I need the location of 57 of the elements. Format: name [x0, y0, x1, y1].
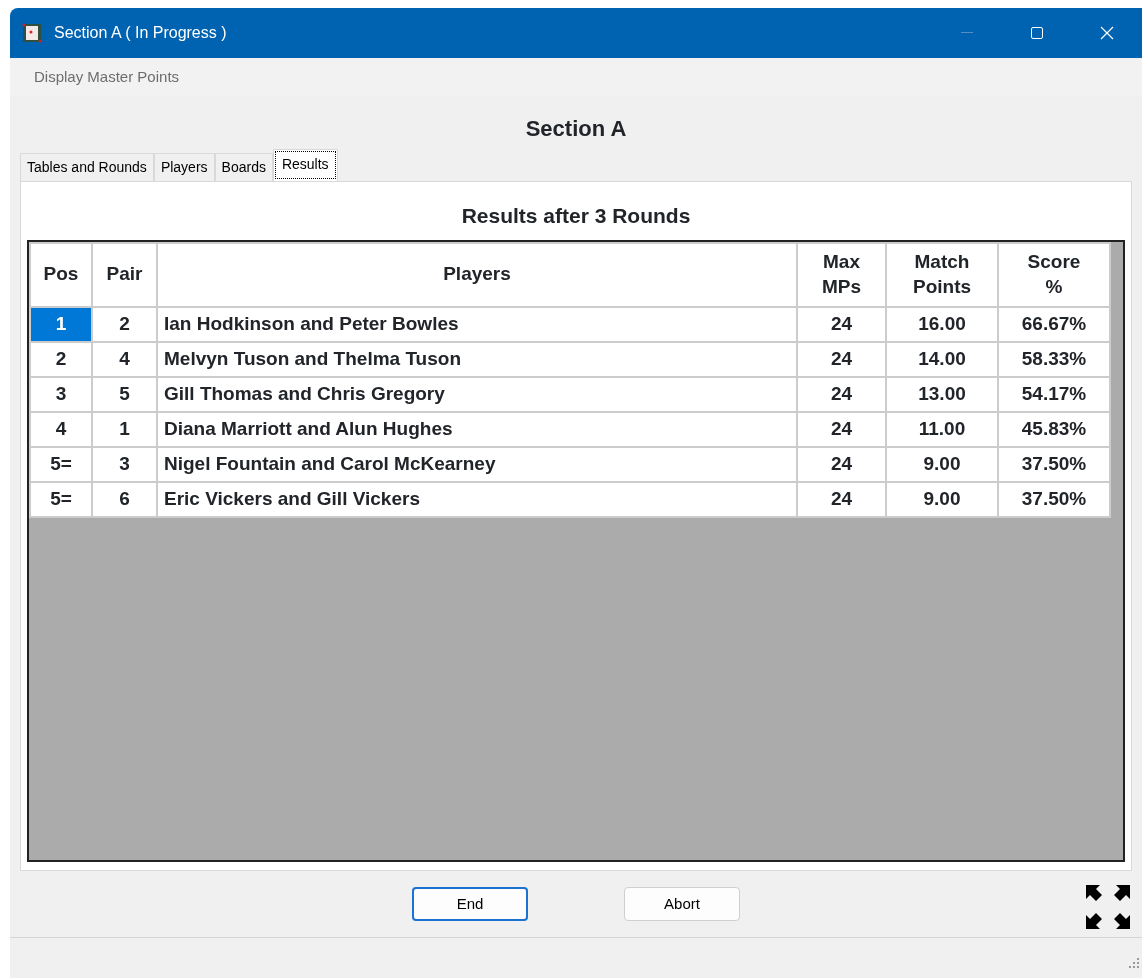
column-header: Max MPs	[797, 242, 886, 307]
tab[interactable]: Boards	[214, 153, 273, 181]
table-cell: 3	[92, 446, 157, 482]
column-header: Pair	[92, 242, 157, 307]
column-header: Score %	[998, 242, 1110, 307]
tab[interactable]: Tables and Rounds	[20, 153, 154, 181]
table-cell: 2	[92, 306, 157, 342]
table-cell: 66.67%	[998, 306, 1110, 342]
close-icon[interactable]	[1100, 26, 1114, 40]
table-cell: 24	[797, 446, 886, 482]
end-button[interactable]: End	[412, 887, 528, 921]
table-cell: 14.00	[886, 341, 998, 377]
table-cell: 11.00	[886, 411, 998, 447]
expand-icon[interactable]	[1084, 883, 1132, 931]
table-cell: 24	[797, 341, 886, 377]
table-cell: 5=	[30, 446, 92, 482]
column-header: Players	[157, 242, 797, 307]
table-cell: 4	[30, 411, 92, 447]
table-cell: 4	[92, 341, 157, 377]
table-cell: 54.17%	[998, 376, 1110, 412]
menu-item[interactable]: Display Master Points	[26, 63, 188, 91]
table-cell: 1	[92, 411, 157, 447]
column-header: Match Points	[886, 242, 998, 307]
table-cell: 3	[30, 376, 92, 412]
table-cell: 1	[30, 306, 92, 342]
column-header: Pos	[30, 242, 92, 307]
table-cell: 16.00	[886, 306, 998, 342]
table-cell: 37.50%	[998, 446, 1110, 482]
table-cell: 9.00	[886, 481, 998, 517]
table-cell: Nigel Fountain and Carol McKearney	[157, 446, 797, 482]
table-cell: 13.00	[886, 376, 998, 412]
window-title: Section A ( In Progress )	[54, 23, 227, 43]
section-heading: Section A	[524, 115, 628, 143]
table-cell: 24	[797, 481, 886, 517]
table-cell: 37.50%	[998, 481, 1110, 517]
table-cell: 5	[92, 376, 157, 412]
abort-button[interactable]: Abort	[624, 887, 740, 921]
resize-grip-icon[interactable]	[1128, 957, 1140, 969]
table-cell: 6	[92, 481, 157, 517]
table-cell: 24	[797, 411, 886, 447]
table-cell: 24	[797, 376, 886, 412]
table-cell: 45.83%	[998, 411, 1110, 447]
app-icon	[22, 23, 42, 43]
table-cell: Melvyn Tuson and Thelma Tuson	[157, 341, 797, 377]
tab[interactable]: Players	[153, 153, 215, 181]
maximize-icon[interactable]	[1031, 27, 1043, 39]
table-cell: 24	[797, 306, 886, 342]
table-cell: Diana Marriott and Alun Hughes	[157, 411, 797, 447]
table-cell: Ian Hodkinson and Peter Bowles	[157, 306, 797, 342]
table-cell: 58.33%	[998, 341, 1110, 377]
table-cell: Gill Thomas and Chris Gregory	[157, 376, 797, 412]
table-cell: 9.00	[886, 446, 998, 482]
tab[interactable]: Results	[272, 149, 338, 181]
table-cell: Eric Vickers and Gill Vickers	[157, 481, 797, 517]
table-cell: 5=	[30, 481, 92, 517]
results-title: Results after 3 Rounds	[460, 203, 692, 229]
table-cell: 2	[30, 341, 92, 377]
